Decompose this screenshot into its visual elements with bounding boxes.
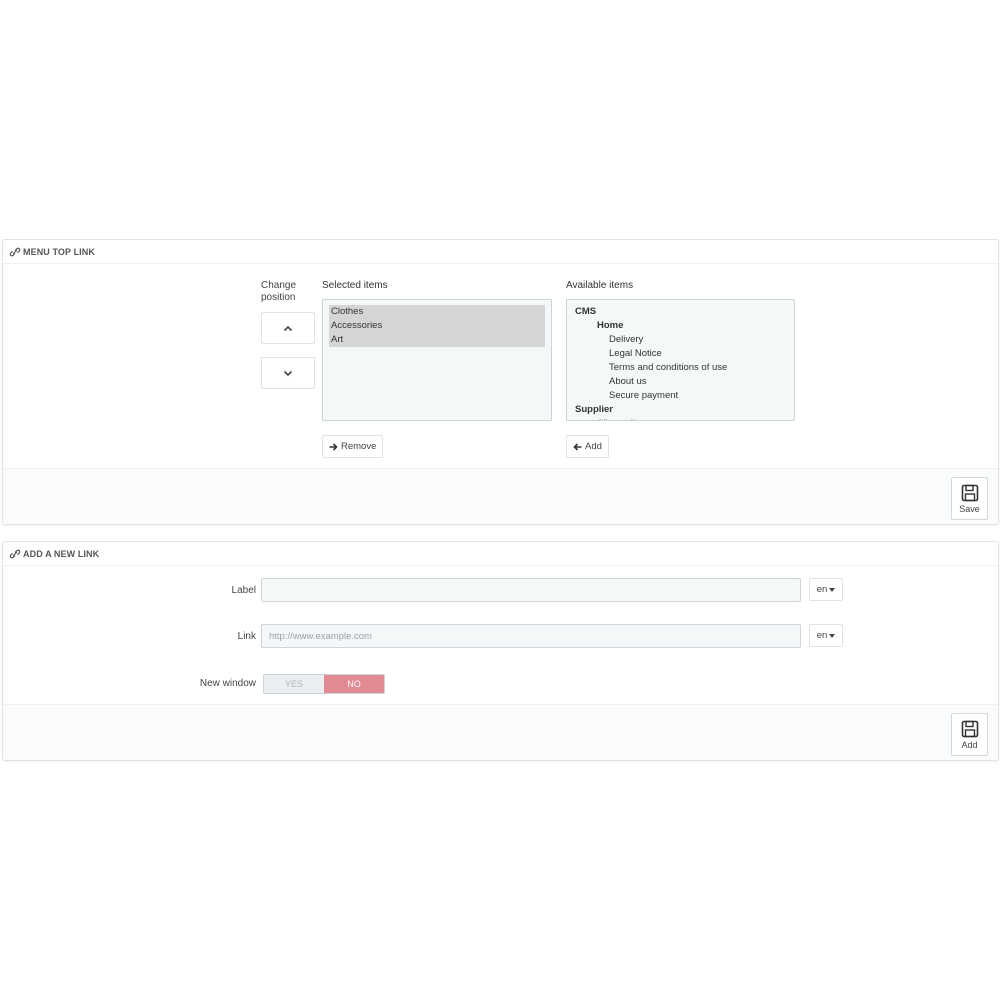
chevron-up-icon (283, 325, 293, 331)
caret-down-icon (829, 633, 836, 638)
arrow-right-icon (329, 442, 338, 451)
save-label: Save (959, 503, 980, 514)
panel-title: ADD A NEW LINK (23, 548, 100, 559)
available-items-label: Available items (566, 280, 634, 291)
language-code: en (816, 584, 828, 595)
new-window-switch[interactable]: YES NO (263, 674, 385, 694)
panel-footer: Save (3, 468, 998, 524)
add-link-label: Add (961, 739, 978, 750)
chevron-down-icon (283, 370, 293, 376)
save-icon (961, 720, 978, 737)
panel-header: ADD A NEW LINK (3, 542, 998, 566)
label-field-label: Label (231, 585, 256, 596)
available-item[interactable]: All suppliers (575, 417, 786, 420)
change-position-line2: position (261, 292, 296, 303)
add-item-button[interactable]: Add (566, 435, 609, 458)
selected-items-label: Selected items (322, 280, 388, 291)
change-position-line1: Change (261, 280, 297, 291)
caret-down-icon (829, 587, 836, 592)
add-new-link-panel: ADD A NEW LINK Label en Link en New wind… (2, 541, 999, 761)
add-link-button[interactable]: Add (951, 713, 988, 756)
new-window-no-option[interactable]: NO (324, 675, 384, 693)
panel-title: MENU TOP LINK (23, 246, 95, 257)
arrow-left-icon (573, 442, 582, 451)
link-icon (9, 549, 21, 558)
move-down-button[interactable] (261, 357, 315, 389)
available-item[interactable]: About us (575, 375, 786, 389)
available-item[interactable]: Terms and conditions of use (575, 361, 786, 375)
new-window-yes-option[interactable]: YES (264, 675, 324, 693)
available-group[interactable]: CMS (575, 305, 786, 319)
link-input[interactable] (261, 624, 801, 648)
available-item[interactable]: Legal Notice (575, 347, 786, 361)
remove-label: Remove (341, 441, 377, 452)
available-group[interactable]: Supplier (575, 403, 786, 417)
change-position-label: Change position (261, 280, 296, 304)
available-item[interactable]: Delivery (575, 333, 786, 347)
remove-button[interactable]: Remove (322, 435, 384, 458)
menu-top-link-panel: MENU TOP LINK Change position Selected i… (2, 239, 999, 525)
available-item[interactable]: Secure payment (575, 389, 786, 403)
available-items-list[interactable]: CMS Home Delivery Legal Notice Terms and con… (566, 299, 795, 421)
link-field-label: Link (237, 631, 256, 642)
add-item-label: Add (585, 441, 602, 452)
label-language-dropdown[interactable]: en (809, 578, 843, 601)
language-code: en (816, 630, 828, 641)
link-icon (9, 247, 21, 256)
save-button[interactable]: Save (951, 477, 988, 520)
save-icon (961, 484, 978, 501)
new-window-label: New window (199, 678, 256, 689)
link-language-dropdown[interactable]: en (809, 624, 843, 647)
move-up-button[interactable] (261, 312, 315, 344)
panel-header: MENU TOP LINK (3, 240, 998, 264)
panel-footer: Add (3, 704, 998, 760)
selected-items-list[interactable]: Clothes Accessories Art (322, 299, 552, 421)
selected-item[interactable]: Accessories (329, 319, 545, 333)
label-input[interactable] (261, 578, 801, 602)
selected-item[interactable]: Art (329, 333, 545, 347)
available-group[interactable]: Home (575, 319, 786, 333)
selected-item[interactable]: Clothes (329, 305, 545, 319)
